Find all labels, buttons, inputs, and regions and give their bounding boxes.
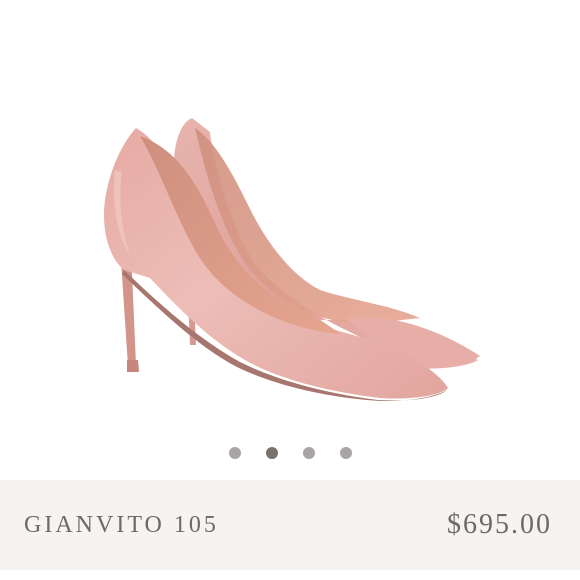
- carousel-dot-4[interactable]: [339, 447, 352, 459]
- carousel-dot-2-active[interactable]: [265, 447, 278, 459]
- product-price: $695.00: [447, 509, 552, 540]
- carousel-dot-1[interactable]: [228, 447, 241, 459]
- product-card: GIANVITO 105 $695.00: [0, 0, 580, 580]
- carousel-dot-3[interactable]: [302, 447, 315, 459]
- product-title[interactable]: GIANVITO 105: [24, 512, 219, 539]
- product-image[interactable]: [0, 0, 580, 430]
- bottom-strip: [0, 570, 580, 580]
- shoe-illustration: [104, 118, 480, 402]
- carousel-pagination: [0, 444, 580, 462]
- product-info-bar: GIANVITO 105 $695.00: [0, 480, 580, 570]
